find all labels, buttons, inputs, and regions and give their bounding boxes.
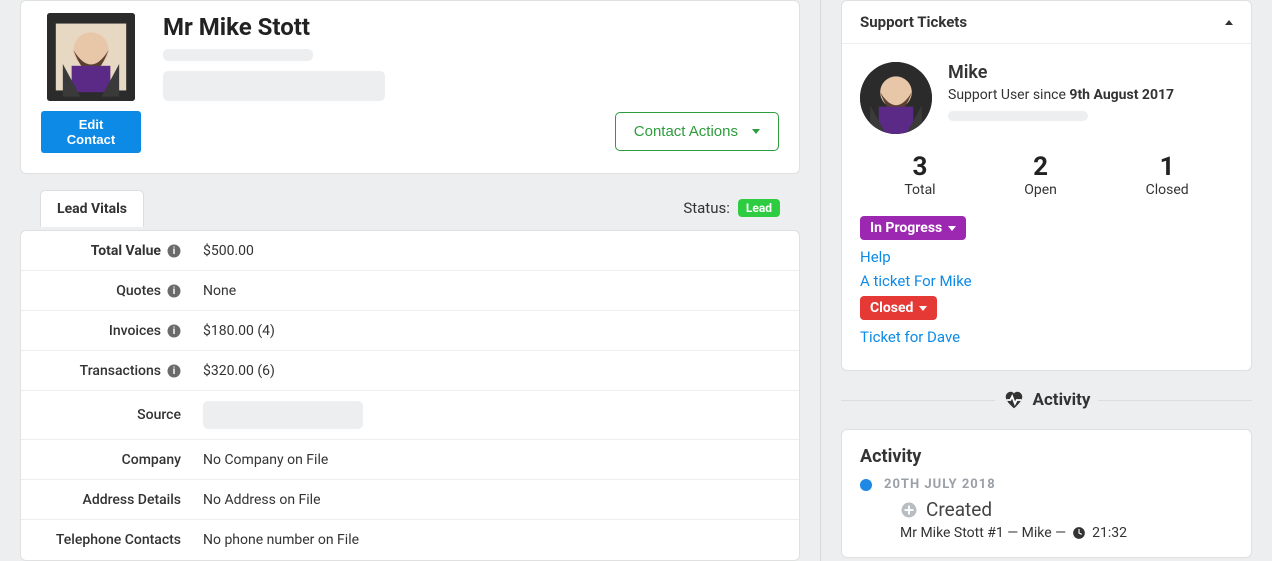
activity-divider: Activity [841, 389, 1252, 411]
activity-divider-label: Activity [1033, 390, 1091, 410]
vitals-value-invoices: $180.00 (4) [191, 313, 799, 349]
vitals-label-source: Source [21, 397, 191, 433]
source-field[interactable] [203, 401, 363, 429]
vitals-label-invoices: Invoices i [21, 313, 191, 349]
activity-event-time: 21:32 [1092, 525, 1127, 541]
lead-vitals-section: Lead Vitals Status: Lead Total Value i $… [20, 186, 800, 561]
support-tickets-header[interactable]: Support Tickets [842, 1, 1251, 44]
avatar [47, 13, 135, 101]
ticket-link[interactable]: Ticket for Dave [860, 328, 1233, 346]
vitals-label-transactions: Transactions i [21, 353, 191, 389]
support-user-since: Support User since 9th August 2017 [948, 87, 1174, 103]
contact-name: Mr Mike Stott [163, 13, 779, 41]
activity-event-title: Created [926, 498, 992, 521]
vitals-value-transactions: $320.00 (6) [191, 353, 799, 389]
chevron-down-icon [752, 129, 760, 134]
tab-lead-vitals[interactable]: Lead Vitals [40, 190, 144, 227]
avatar-placeholder-icon [47, 13, 135, 101]
activity-heading: Activity [860, 446, 1233, 467]
heartbeat-icon [1003, 389, 1025, 411]
svg-text:i: i [173, 326, 176, 337]
activity-item: Created Mr Mike Stott #1 — Mike — 21:32 [860, 498, 1233, 541]
activity-event-sub: Mr Mike Stott #1 — Mike — [900, 525, 1066, 541]
vitals-label-company: Company [21, 442, 191, 478]
avatar-placeholder-icon [860, 62, 932, 134]
status-label: Status: [683, 199, 730, 217]
vitals-value-address: No Address on File [191, 482, 799, 518]
vitals-label-telephone: Telephone Contacts [21, 522, 191, 558]
svg-text:i: i [173, 366, 176, 377]
contact-header-card: Edit Contact Mr Mike Stott Contact Actio… [20, 0, 800, 174]
contact-actions-button[interactable]: Contact Actions [615, 112, 779, 151]
tickets-total-stat: 3 Total [904, 152, 935, 198]
tickets-open-stat: 2 Open [1024, 152, 1057, 198]
skeleton-line [163, 49, 313, 61]
plus-circle-icon [900, 501, 918, 519]
support-avatar [860, 62, 932, 134]
info-icon[interactable]: i [167, 244, 181, 258]
info-icon[interactable]: i [167, 324, 181, 338]
status-badge: Lead [738, 199, 780, 217]
vitals-value-total: $500.00 [191, 233, 799, 269]
vitals-label-quotes: Quotes i [21, 273, 191, 309]
skeleton-line [948, 111, 1088, 121]
ticket-link[interactable]: A ticket For Mike [860, 272, 1233, 290]
support-tickets-panel: Support Tickets Mike [841, 0, 1252, 371]
ticket-link[interactable]: Help [860, 248, 1233, 266]
ticket-group-in-progress[interactable]: In Progress [860, 216, 966, 240]
contact-actions-label: Contact Actions [634, 123, 738, 140]
vitals-value-company: No Company on File [191, 442, 799, 478]
activity-date: 20TH JULY 2018 [884, 477, 1233, 492]
info-icon[interactable]: i [167, 284, 181, 298]
info-icon[interactable]: i [167, 364, 181, 378]
skeleton-block [163, 71, 385, 101]
clock-icon [1072, 526, 1086, 540]
svg-text:i: i [173, 246, 176, 257]
chevron-down-icon [948, 226, 956, 231]
chevron-down-icon [919, 306, 927, 311]
edit-contact-button[interactable]: Edit Contact [41, 111, 141, 153]
support-user-name: Mike [948, 62, 1174, 83]
vitals-label-address: Address Details [21, 482, 191, 518]
vitals-value-telephone: No phone number on File [191, 522, 799, 558]
vitals-label-total-value: Total Value i [21, 233, 191, 269]
activity-panel: Activity 20TH JULY 2018 Created Mr Mike … [841, 429, 1252, 558]
support-tickets-title: Support Tickets [860, 13, 967, 31]
timeline-dot-icon [860, 479, 872, 491]
chevron-up-icon [1225, 20, 1233, 25]
vitals-value-quotes: None [191, 273, 799, 309]
svg-text:i: i [173, 286, 176, 297]
ticket-group-closed[interactable]: Closed [860, 296, 937, 320]
tickets-closed-stat: 1 Closed [1146, 152, 1189, 198]
